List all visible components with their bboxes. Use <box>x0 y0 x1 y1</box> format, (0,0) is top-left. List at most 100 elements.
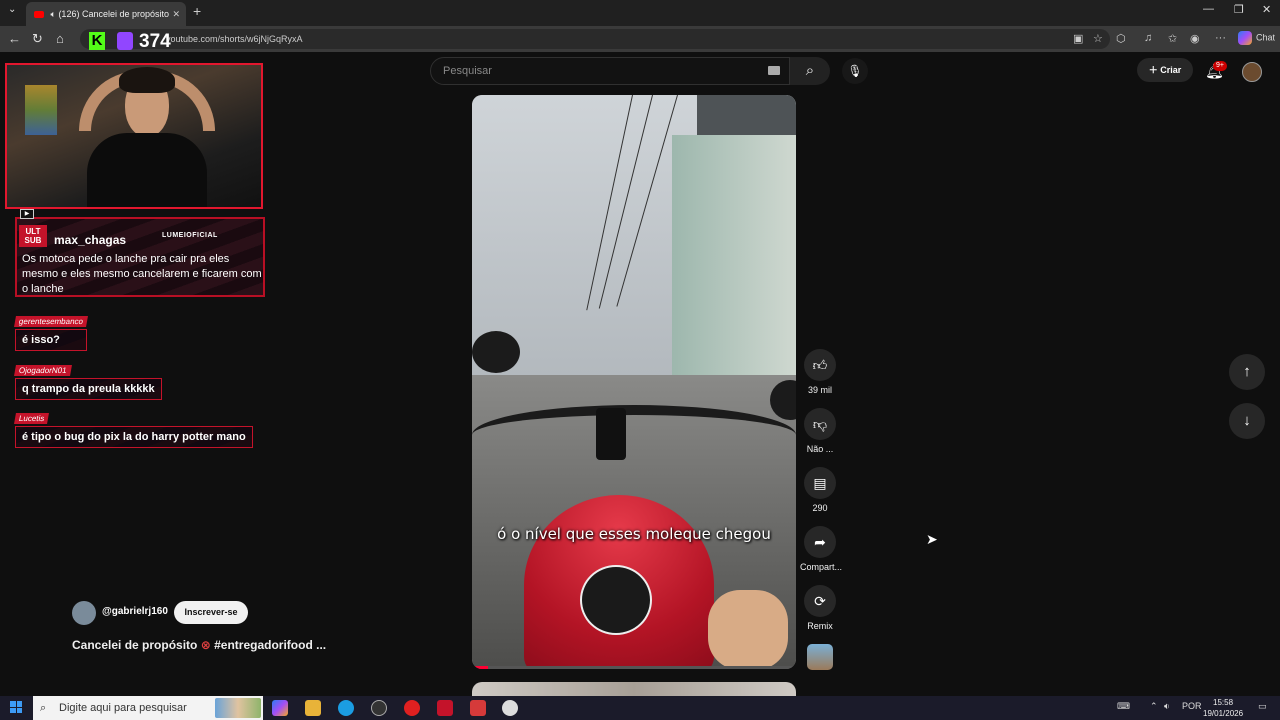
sticker-logo <box>580 565 652 635</box>
new-tab-icon[interactable]: + <box>193 3 201 19</box>
close-tab-icon[interactable]: ✕ <box>172 2 180 26</box>
back-arrow-icon[interactable]: ← <box>8 31 21 46</box>
account-avatar[interactable] <box>1242 62 1262 82</box>
thumbs-up-icon: 👍︎ <box>804 349 836 381</box>
edge-browser-icon[interactable] <box>338 700 354 716</box>
arrow-down-icon: ↓ <box>1243 412 1251 429</box>
search-icon: ⌕ <box>805 62 815 79</box>
browser-tab[interactable]: 🔈︎ (126) Cancelei de propósito ✕ <box>26 2 186 26</box>
extensions-icon[interactable]: ⬡ <box>1116 32 1126 45</box>
browser-toolbar: ← ↻ ⌂ youtube.com/shorts/w6jNjGqRyxA <box>0 26 1280 52</box>
clock-date: 19/01/2026 <box>1203 709 1244 718</box>
chat-text: é tipo o bug do pix la do harry potter m… <box>15 426 253 448</box>
share-icon: ➦ <box>804 526 836 558</box>
search-highlight-image <box>215 698 261 718</box>
twitch-logo-icon <box>117 32 133 50</box>
chat-text: é isso? <box>15 329 88 351</box>
record-app-icon[interactable] <box>404 700 420 716</box>
tab-title: (126) Cancelei de propósito <box>58 9 170 19</box>
collections-icon[interactable]: ♫ <box>1144 32 1152 44</box>
voice-search-button[interactable]: 🎙︎ <box>842 58 868 84</box>
comment-icon: ▤ <box>804 467 836 499</box>
comments-button[interactable]: ▤ 290 <box>800 467 840 513</box>
game-app-icon[interactable] <box>470 700 486 716</box>
create-label: Criar <box>1160 65 1182 75</box>
search-placeholder: Pesquisar <box>443 65 492 77</box>
sound-thumbnail[interactable] <box>807 644 833 670</box>
viewer-count: 374 <box>139 31 171 52</box>
short-video-player[interactable]: ó o nível que esses moleque chegou <box>472 95 796 669</box>
copilot-app-icon[interactable] <box>272 700 288 716</box>
speaker-icon[interactable]: 🔈︎ <box>51 9 56 19</box>
file-explorer-icon[interactable] <box>305 700 321 716</box>
url-text: youtube.com/shorts/w6jNjGqRyxA <box>166 34 303 44</box>
alert-message: Os motoca pede o lanche pra cair pra ele… <box>22 253 262 295</box>
alert-username: max_chagas <box>54 233 127 247</box>
chat-username: Lucetis <box>14 413 50 424</box>
notification-center-icon[interactable]: ▭ <box>1258 701 1267 712</box>
chat-text: q trampo da preula kkkkk <box>15 378 162 400</box>
favorites-icon[interactable]: ✩ <box>1168 32 1177 45</box>
comment-count: 290 <box>812 503 828 513</box>
channel-avatar[interactable] <box>72 601 96 625</box>
taskbar-clock[interactable]: 15:58 19/01/2026 <box>1203 697 1243 719</box>
copilot-icon <box>1238 31 1252 45</box>
windows-taskbar: ⌕ Digite aqui para pesquisar ⌨ ⌃ 🔉︎ POR … <box>0 696 1280 720</box>
remix-button[interactable]: ⟳ Remix <box>800 585 840 631</box>
address-bar[interactable]: youtube.com/shorts/w6jNjGqRyxA <box>80 29 1110 49</box>
browser-tab-bar: ⌄ 🔈︎ (126) Cancelei de propósito ✕ + — ❐… <box>0 0 1280 26</box>
tray-expand-icon[interactable]: ⌃ <box>1150 701 1158 712</box>
create-button[interactable]: ＋ Criar <box>1137 58 1193 82</box>
keyboard-tray-icon[interactable]: ⌨ <box>1117 701 1130 712</box>
microphone-icon: 🎙︎ <box>847 64 863 78</box>
subscription-alert: ▶ ULT SUB max_chagas LUMEIOFICIAL Os mot… <box>15 209 265 297</box>
mouse-cursor-icon: ➤ <box>926 531 938 547</box>
home-icon[interactable]: ⌂ <box>56 31 64 46</box>
short-title-text: Cancelei de propósito <box>72 638 198 652</box>
channel-handle[interactable]: @gabrielrj160 <box>102 606 168 617</box>
thumbs-down-icon: 👎︎ <box>804 408 836 440</box>
remix-icon: ⟳ <box>804 585 836 617</box>
taskbar-search-placeholder: Digite aqui para pesquisar <box>59 702 187 714</box>
share-button[interactable]: ➦ Compart... <box>800 526 842 572</box>
arrow-up-icon: ↑ <box>1243 363 1251 380</box>
copilot-chat-button[interactable]: Chat <box>1238 31 1275 45</box>
plus-icon: ＋ <box>1148 65 1158 75</box>
reload-icon[interactable]: ↻ <box>32 31 43 47</box>
favorite-star-icon[interactable]: ☆ <box>1093 32 1103 45</box>
next-short-button[interactable]: ↓ <box>1229 403 1265 439</box>
tab-list-chevron-icon[interactable]: ⌄ <box>8 4 16 15</box>
chat-username: gerentesembanco <box>14 316 89 327</box>
profile-avatar-icon[interactable]: ◉ <box>1190 32 1200 45</box>
subscribe-button[interactable]: Inscrever-se <box>174 601 248 624</box>
cross-mark-icon: ⊗ <box>200 638 211 652</box>
more-menu-icon[interactable]: ··· <box>1215 32 1226 44</box>
chat-username: OjogadorN01 <box>14 365 72 376</box>
split-view-icon[interactable]: ▣ <box>1073 32 1083 45</box>
language-indicator[interactable]: POR <box>1182 701 1202 711</box>
close-window-icon[interactable]: ✕ <box>1262 3 1271 16</box>
taskbar-search-input[interactable]: ⌕ Digite aqui para pesquisar <box>33 696 263 720</box>
volume-icon[interactable]: 🔉︎ <box>1164 701 1170 712</box>
like-button[interactable]: 👍︎ 39 mil <box>800 349 840 395</box>
minimize-icon[interactable]: — <box>1203 3 1214 15</box>
dislike-button[interactable]: 👎︎ Não ... <box>800 408 840 454</box>
search-icon: ⌕ <box>40 702 47 714</box>
chat-label: Chat <box>1256 32 1276 43</box>
video-progress-bar[interactable] <box>472 666 796 669</box>
start-button[interactable] <box>10 701 22 713</box>
obs-icon[interactable] <box>371 700 387 716</box>
video-caption: ó o nível que esses moleque chegou <box>497 525 771 543</box>
search-button[interactable]: ⌕ <box>790 57 830 85</box>
chat-message: Lucetis é tipo o bug do pix la do harry … <box>14 408 253 448</box>
alert-brand: LUMEIOFICIAL <box>162 232 218 239</box>
search-input[interactable]: Pesquisar <box>430 57 790 85</box>
play-icon: ▶ <box>20 209 34 219</box>
chrome-app-icon[interactable] <box>502 700 518 716</box>
previous-short-button[interactable]: ↑ <box>1229 354 1265 390</box>
maximize-icon[interactable]: ❐ <box>1234 3 1244 16</box>
notifications-badge: 9+ <box>1213 61 1227 71</box>
keyboard-icon[interactable] <box>768 66 780 75</box>
stream-app-icon[interactable] <box>437 700 453 716</box>
short-title[interactable]: Cancelei de propósito ⊗ #entregadorifood… <box>72 638 326 652</box>
